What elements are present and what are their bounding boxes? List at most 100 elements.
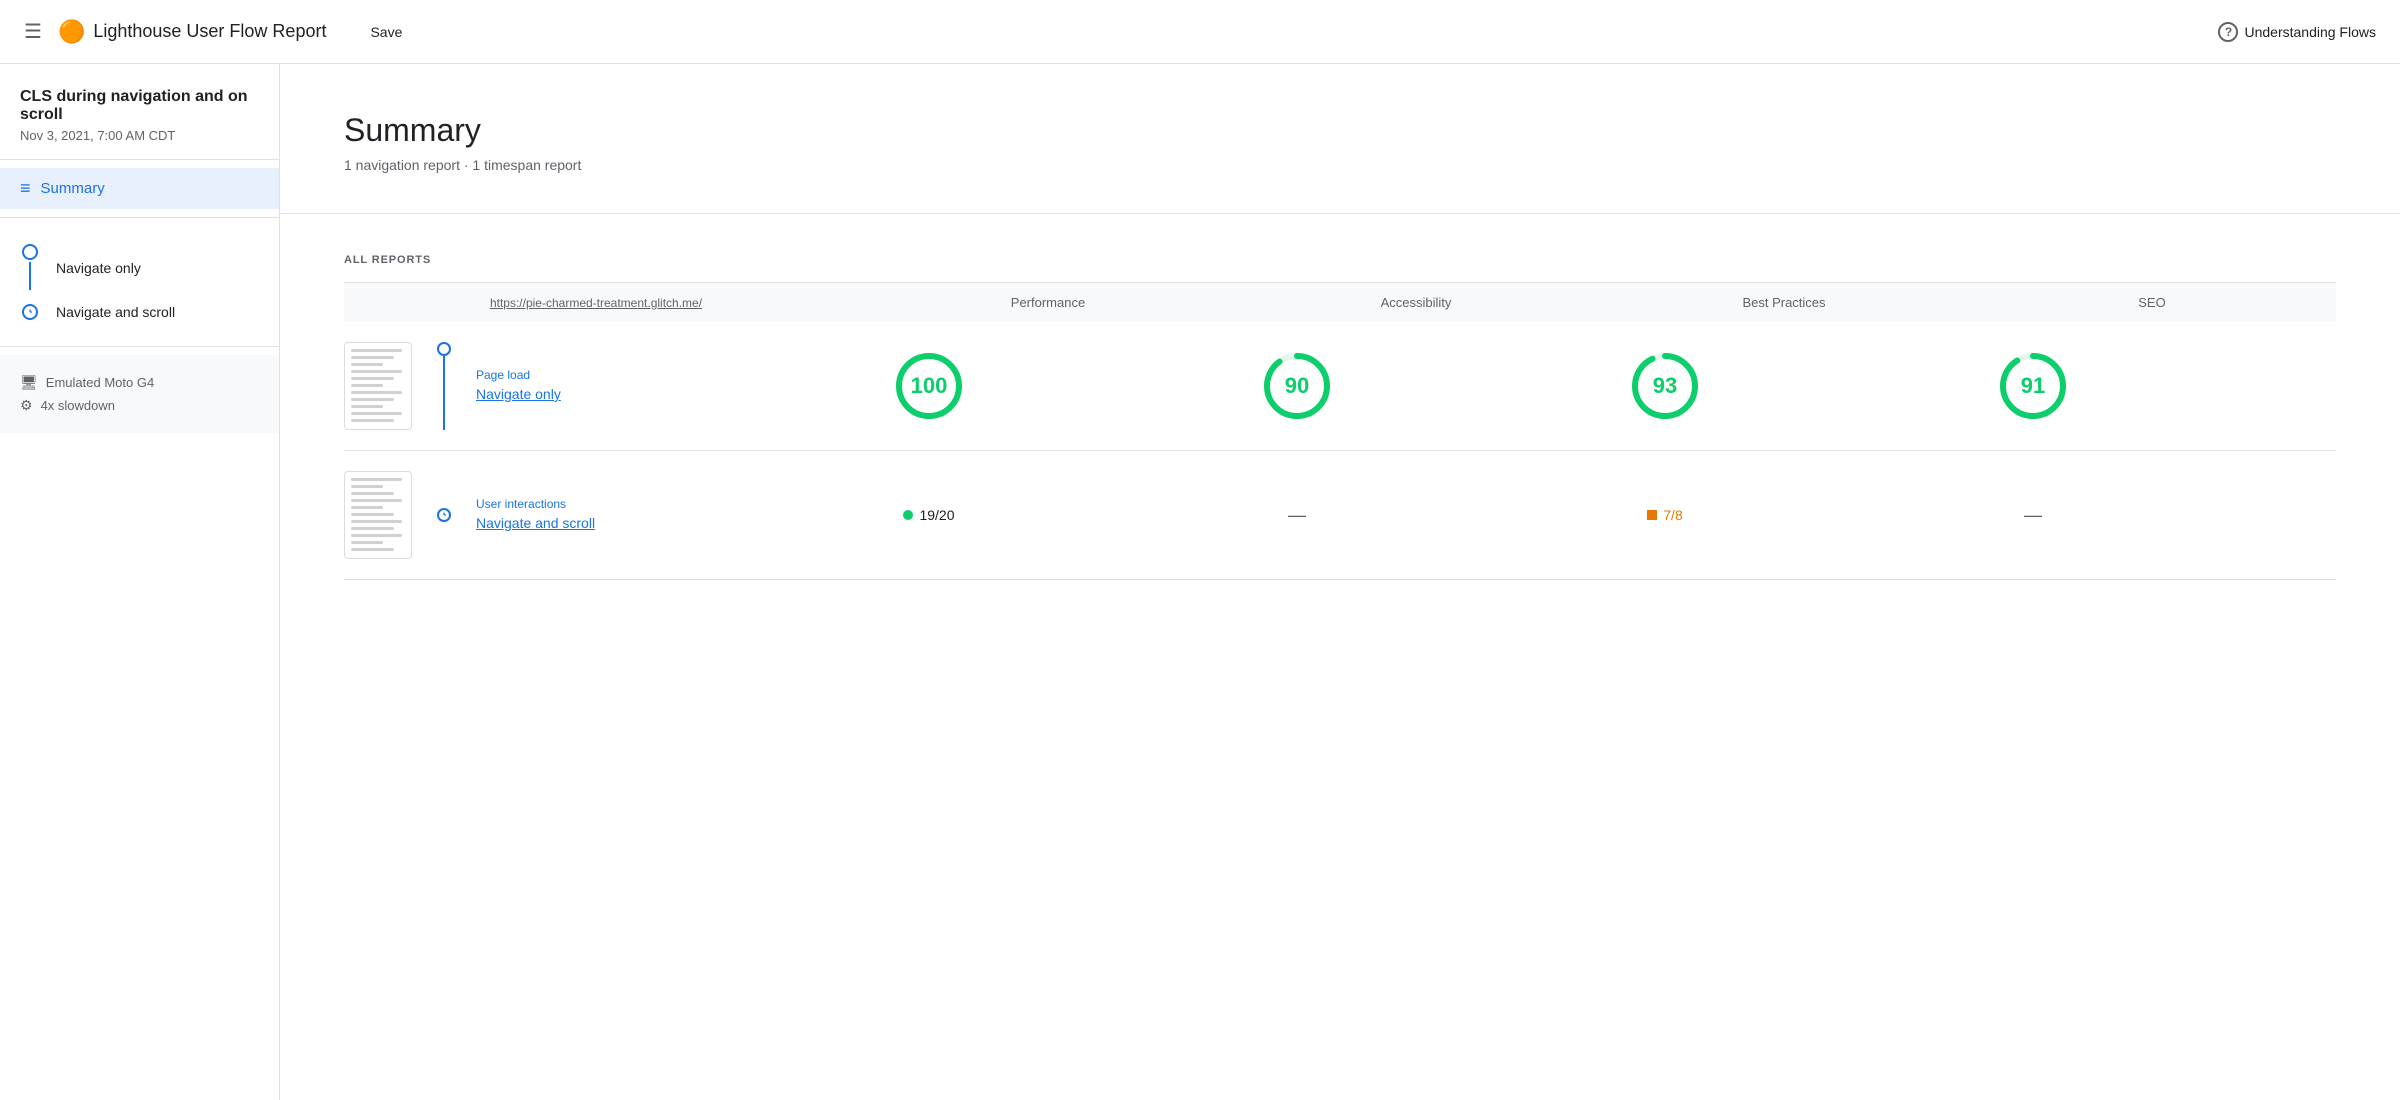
nav-item-navigate-only[interactable]: Navigate only	[20, 238, 259, 298]
thumb-line	[351, 485, 383, 488]
thumb-line	[351, 534, 402, 537]
thumb-line	[351, 520, 402, 523]
thumb-line	[351, 412, 402, 415]
dash-label2: —	[2024, 505, 2042, 526]
reports-table: https://pie-charmed-treatment.glitch.me/…	[344, 283, 2336, 580]
row2-report-info: User interactions Navigate and scroll	[476, 497, 864, 533]
score-circle-100: 100	[864, 350, 994, 422]
score-seo-2: —	[1968, 451, 2336, 580]
score-value: 90	[1285, 373, 1309, 399]
timeline-col	[20, 244, 40, 292]
report-name-1[interactable]: Navigate only	[476, 386, 561, 402]
green-dot	[903, 510, 913, 520]
score-label: 19/20	[919, 507, 954, 523]
timeline-dot	[22, 244, 38, 260]
row1-timeline	[428, 342, 460, 430]
row2-info-cell: User interactions Navigate and scroll	[344, 451, 864, 580]
score-value: 100	[911, 373, 948, 399]
score-best-2: 7/8	[1600, 451, 1968, 580]
report-thumbnail-2	[344, 471, 412, 559]
score-value: 93	[1653, 373, 1677, 399]
slowdown-label: 4x slowdown	[41, 398, 115, 413]
timeline-clock	[22, 304, 38, 320]
logo-icon: 🟠	[58, 19, 85, 45]
table-header-row: https://pie-charmed-treatment.glitch.me/…	[344, 283, 2336, 322]
score-perf-2: 19/20	[864, 451, 1232, 580]
thumb-line	[351, 527, 394, 530]
sidebar-divider	[0, 159, 279, 160]
score-access-2: —	[1232, 451, 1600, 580]
thumb-line	[351, 377, 394, 380]
report-title: CLS during navigation and on scroll	[0, 80, 279, 128]
thumb-line	[351, 384, 383, 387]
dash-access: —	[1232, 505, 1362, 526]
timeline-col2	[20, 304, 40, 320]
score-circle-90: 90	[1232, 350, 1362, 422]
score-circle-93: 93	[1600, 350, 1730, 422]
url-link[interactable]: https://pie-charmed-treatment.glitch.me/	[490, 296, 702, 310]
seo-score-1: 91	[1997, 350, 2069, 422]
score-19-20: 19/20	[903, 507, 954, 523]
sidebar-item-summary[interactable]: ≡ Summary	[0, 168, 279, 209]
dash-label: —	[1288, 505, 1306, 526]
thumb-line	[351, 398, 394, 401]
report-type-2: User interactions	[476, 497, 864, 511]
thumb-line	[351, 405, 383, 408]
nav-item-navigate-scroll[interactable]: Navigate and scroll	[20, 298, 259, 326]
device-label: Emulated Moto G4	[46, 375, 154, 390]
score-seo-1: 91	[1968, 322, 2336, 451]
timeline-line	[29, 262, 31, 290]
device-icon: 🖥	[20, 374, 38, 391]
thumb-lines2	[345, 472, 411, 559]
thumb-line	[351, 363, 383, 366]
score-access-1: 90	[1232, 322, 1600, 451]
table-row: User interactions Navigate and scroll 19…	[344, 451, 2336, 580]
thumb-line	[351, 492, 394, 495]
list-icon: ≡	[20, 178, 31, 199]
summary-sub: 1 navigation report · 1 timespan report	[344, 157, 2336, 173]
summary-label: Summary	[41, 180, 105, 197]
score-7-8: 7/8	[1647, 507, 1682, 523]
timeline-dot-circle	[437, 342, 451, 356]
thumb-line	[351, 506, 383, 509]
help-label: Understanding Flows	[2244, 24, 2376, 40]
slowdown-icon: ⚙	[20, 397, 33, 414]
sidebar: CLS during navigation and on scroll Nov …	[0, 64, 280, 1100]
score-perf-1: 100	[864, 322, 1232, 451]
score-value: 91	[2021, 373, 2045, 399]
nav-label: Navigate only	[56, 260, 141, 276]
main-layout: CLS during navigation and on scroll Nov …	[0, 64, 2400, 1100]
dash-seo: —	[1968, 505, 2098, 526]
perf-col-header: Performance	[864, 283, 1232, 322]
content-area: Summary 1 navigation report · 1 timespan…	[280, 64, 2400, 1100]
thumb-line	[351, 499, 402, 502]
best-col-header: Best Practices	[1600, 283, 1968, 322]
row2-timeline	[428, 471, 460, 559]
report-name-2[interactable]: Navigate and scroll	[476, 515, 595, 531]
thumb-line	[351, 541, 383, 544]
understanding-flows-link[interactable]: ? Understanding Flows	[2218, 22, 2376, 42]
nav-timeline: Navigate only Navigate and scroll	[0, 226, 279, 338]
device-item-emulated: 🖥 Emulated Moto G4	[20, 371, 259, 394]
orange-square	[1647, 510, 1657, 520]
menu-icon[interactable]: ☰	[24, 19, 42, 44]
score-circle-91: 91	[1968, 350, 2098, 422]
timespan-best: 7/8	[1600, 507, 1730, 523]
row1-report-info: Page load Navigate only	[476, 368, 864, 404]
all-reports-label: ALL REPORTS	[344, 254, 2336, 266]
perf-score-1: 100	[893, 350, 965, 422]
app-header: ☰ 🟠 Lighthouse User Flow Report Save ? U…	[0, 0, 2400, 64]
sidebar-divider2	[0, 217, 279, 218]
row1-info-cell: Page load Navigate only	[344, 322, 864, 451]
access-score-1: 90	[1261, 350, 1333, 422]
save-button[interactable]: Save	[358, 16, 414, 48]
thumb-line	[351, 548, 394, 551]
thumb-line	[351, 356, 394, 359]
timeline-line	[443, 356, 445, 430]
app-title: Lighthouse User Flow Report	[93, 21, 326, 42]
table-row: Page load Navigate only	[344, 322, 2336, 451]
nav-label2: Navigate and scroll	[56, 304, 175, 320]
access-col-header: Accessibility	[1232, 283, 1600, 322]
report-date: Nov 3, 2021, 7:00 AM CDT	[0, 128, 279, 159]
thumb-line	[351, 478, 402, 481]
